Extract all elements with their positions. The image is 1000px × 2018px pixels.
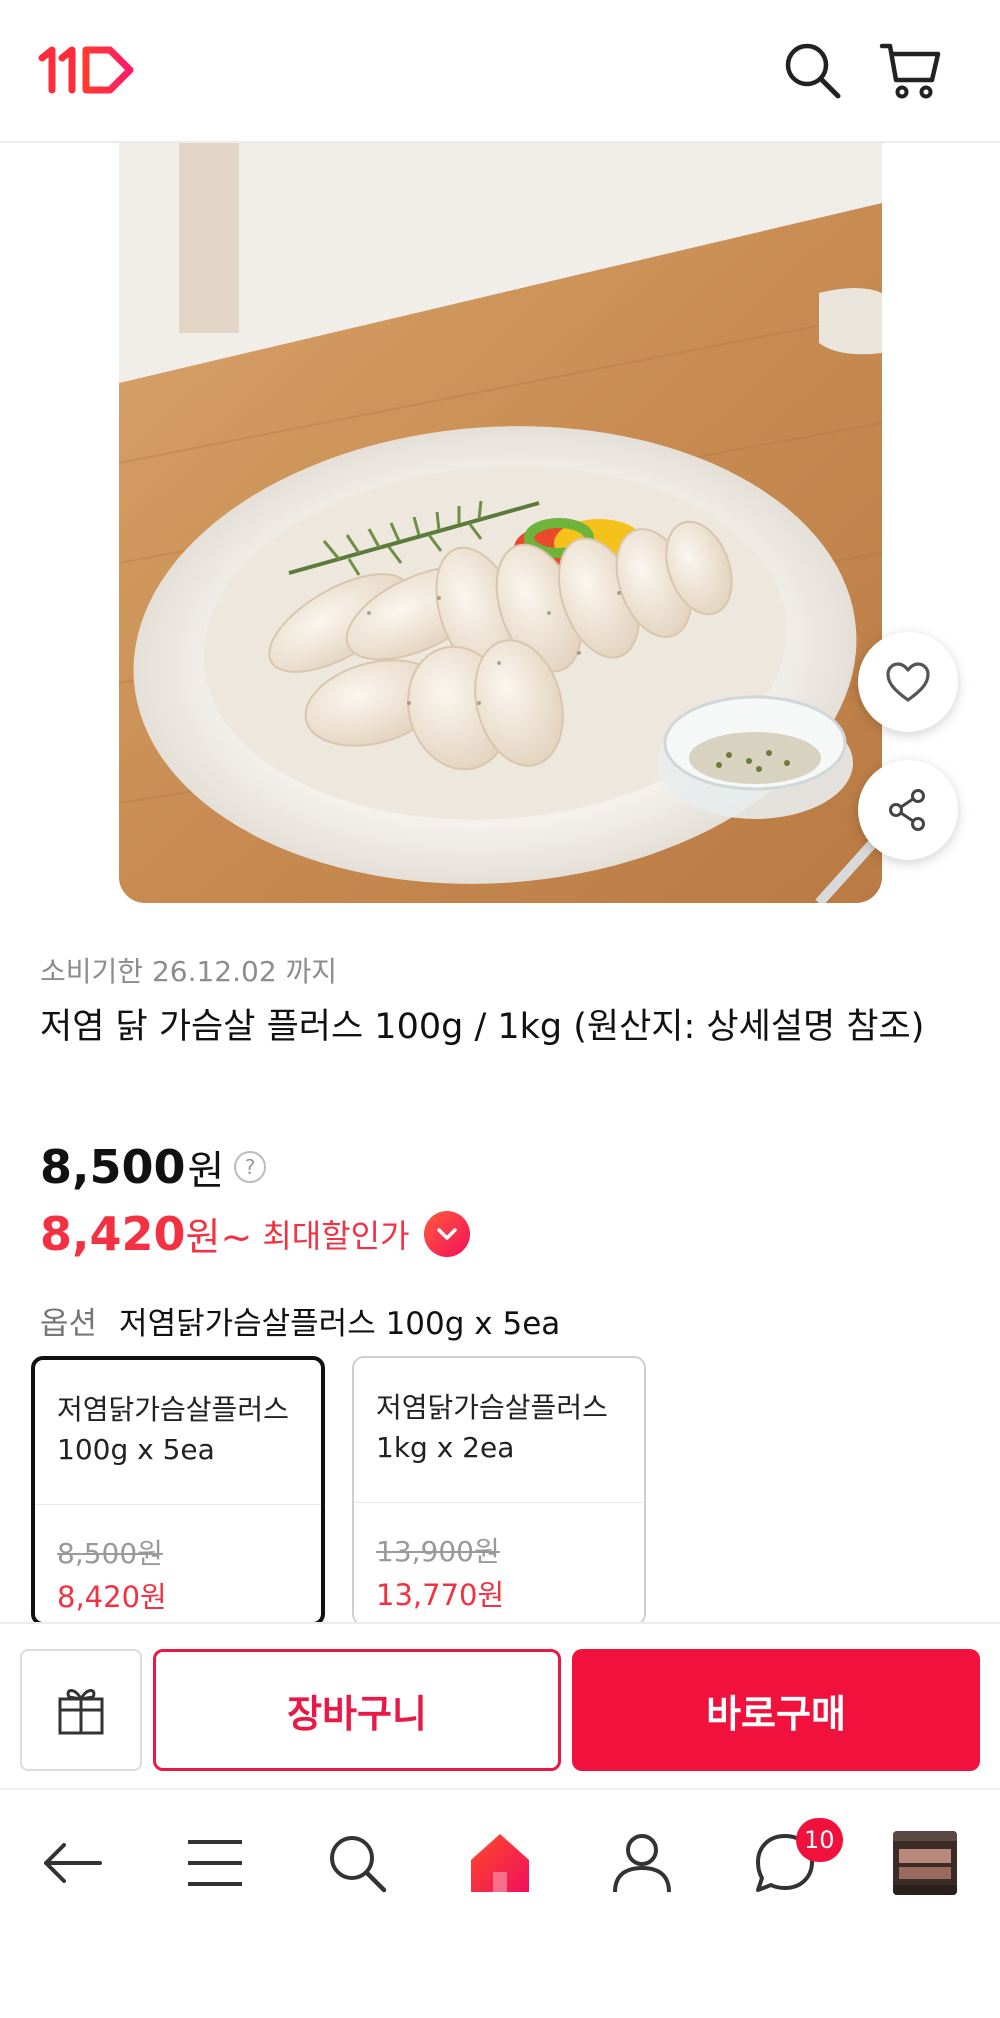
chat-badge: 10 bbox=[796, 1818, 843, 1862]
option-selected-value: 저염닭가슴살플러스 100g x 5ea bbox=[119, 1306, 561, 1342]
share-icon bbox=[889, 789, 925, 831]
option-card-old-price: 13,900원 bbox=[376, 1535, 500, 1568]
option-card-1kg-2ea[interactable]: 저염닭가슴살플러스 1kg x 2ea 13,900원 13,770원 bbox=[352, 1356, 646, 1626]
option-card-old-price: 8,500원 bbox=[57, 1537, 163, 1570]
svg-text:?: ? bbox=[245, 1155, 256, 1179]
option-card-new-price: 8,420원 bbox=[57, 1580, 167, 1614]
buy-now-button[interactable]: 바로구매 bbox=[572, 1649, 980, 1771]
recent-product-thumbnail[interactable] bbox=[893, 1831, 957, 1895]
product-page: 소비기한 26.12.02 까지 저염 닭 가슴살 플러스 100g / 1kg… bbox=[0, 0, 1000, 2018]
max-discount-label: 최대할인가 bbox=[262, 1216, 410, 1255]
gift-icon bbox=[58, 1689, 104, 1735]
discount-expand-button[interactable] bbox=[423, 1210, 470, 1257]
share-button[interactable] bbox=[858, 760, 958, 860]
option-label: 옵션 bbox=[40, 1306, 98, 1342]
option-card-divider bbox=[354, 1502, 644, 1503]
option-card-100g-5ea[interactable]: 저염닭가슴살플러스 100g x 5ea 8,500원 8,420원 bbox=[31, 1356, 325, 1626]
option-row: 옵션 저염닭가슴살플러스 100g x 5ea bbox=[40, 1298, 560, 1343]
top-header bbox=[0, 0, 1000, 143]
discounted-price: 8,420 bbox=[40, 1206, 186, 1261]
bottom-navigation: 10 bbox=[0, 1788, 1000, 1932]
cart-icon[interactable] bbox=[878, 38, 942, 102]
home-icon[interactable] bbox=[465, 1828, 535, 1898]
option-card-name: 저염닭가슴살플러스 1kg x 2ea bbox=[376, 1391, 608, 1464]
gift-button[interactable] bbox=[20, 1649, 142, 1771]
search-icon[interactable] bbox=[780, 38, 844, 102]
recent-product-image bbox=[893, 1831, 957, 1895]
discount-price-row[interactable]: 8,420 원~ 최대할인가 bbox=[40, 1206, 470, 1261]
help-icon[interactable]: ? bbox=[232, 1149, 268, 1185]
like-button[interactable] bbox=[858, 632, 958, 732]
discounted-price-unit: 원~ bbox=[185, 1215, 253, 1259]
search-icon[interactable] bbox=[322, 1828, 392, 1898]
heart-icon bbox=[886, 662, 930, 702]
option-card-name: 저염닭가슴살플러스 100g x 5ea bbox=[57, 1393, 289, 1466]
original-price-row: 8,500 원 ? bbox=[40, 1138, 268, 1196]
add-to-cart-button[interactable]: 장바구니 bbox=[153, 1649, 561, 1771]
menu-icon[interactable] bbox=[180, 1828, 250, 1898]
user-icon[interactable] bbox=[607, 1828, 677, 1898]
logo-11st[interactable] bbox=[38, 46, 136, 94]
purchase-action-bar: 장바구니 바로구매 bbox=[0, 1622, 1000, 1788]
back-icon[interactable] bbox=[38, 1828, 108, 1898]
original-price-unit: 원 bbox=[187, 1148, 225, 1194]
chevron-down-icon bbox=[436, 1227, 457, 1240]
product-image[interactable] bbox=[119, 143, 882, 903]
expiry-date: 소비기한 26.12.02 까지 bbox=[40, 955, 338, 988]
option-card-divider bbox=[35, 1504, 321, 1505]
product-photo bbox=[119, 143, 882, 903]
option-card-new-price: 13,770원 bbox=[376, 1578, 505, 1612]
product-title: 저염 닭 가슴살 플러스 100g / 1kg (원산지: 상세설명 참조) bbox=[40, 1007, 925, 1047]
original-price: 8,500 bbox=[40, 1140, 186, 1194]
